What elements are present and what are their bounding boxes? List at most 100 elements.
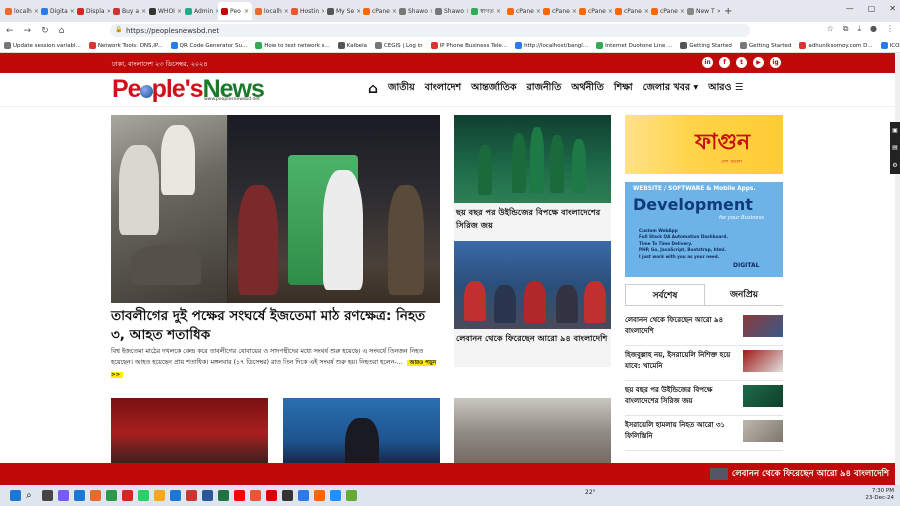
story-thumb-3[interactable] [454, 398, 611, 468]
home-browser-icon[interactable]: ⌂ [59, 26, 65, 36]
taskbar-app-icon[interactable] [186, 490, 197, 501]
profile-icon[interactable]: ● [870, 24, 877, 34]
close-window-icon[interactable]: ✕ [889, 4, 896, 13]
reload-icon[interactable]: ↻ [41, 26, 49, 36]
latest-news-item[interactable]: ছয় বছর পর উইন্ডিজের বিপক্ষে বাংলাদেশের … [625, 381, 783, 416]
browser-tab[interactable]: স্বাগত × [468, 2, 504, 20]
download-icon[interactable]: ⤓ [857, 24, 861, 34]
browser-tab[interactable]: cPane × [648, 2, 684, 20]
taskbar-app-icon[interactable] [266, 490, 277, 501]
taskbar-app-icon[interactable] [314, 490, 325, 501]
taskbar-app-icon[interactable] [282, 490, 293, 501]
falgun-advertisement[interactable]: ফাগুন দেশ বাংলা [625, 115, 783, 174]
nav-item[interactable]: জাতীয় [388, 81, 415, 96]
bookmark-item[interactable]: Network Tools: DNS,IP... [88, 42, 163, 49]
nav-item[interactable]: অর্থনীতি [571, 81, 604, 96]
maximize-icon[interactable]: ▢ [868, 4, 876, 13]
tab-close-icon[interactable]: × [244, 8, 249, 15]
browser-tab[interactable]: Digita × [38, 2, 74, 20]
browser-tab[interactable]: WHOI × [146, 2, 182, 20]
bookmark-item[interactable]: adhuniksomoy.com D... [799, 42, 873, 49]
bookmark-item[interactable]: Kalbela [337, 42, 367, 49]
taskbar-app-icon[interactable] [58, 490, 69, 501]
taskbar-app-icon[interactable] [42, 490, 53, 501]
nav-item[interactable]: রাজনীতি [527, 81, 562, 96]
bookmark-item[interactable]: ICONSVG - Quick cust... [880, 42, 900, 49]
nav-item[interactable]: জেলার খবর ▾ [643, 81, 699, 96]
search-icon[interactable]: ⌕ [26, 490, 37, 501]
home-icon[interactable]: ⌂ [368, 82, 378, 96]
bookmark-item[interactable]: Internet Duotone Line ... [596, 42, 672, 49]
lead-headline[interactable]: তাবলীগের দুই পক্ষের সংঘর্ষে ইজতেমা মাঠ র… [111, 307, 441, 345]
bookmark-item[interactable]: QR Code Generator Su... [170, 42, 247, 49]
taskbar-app-icon[interactable] [106, 490, 117, 501]
browser-tab[interactable]: cPane × [612, 2, 648, 20]
taskbar-app-icon[interactable] [202, 490, 213, 501]
page-scrollbar[interactable] [895, 53, 900, 485]
taskbar-app-icon[interactable] [90, 490, 101, 501]
tab-latest[interactable]: সর্বশেষ [625, 284, 705, 305]
nav-item[interactable]: শিক্ষা [614, 81, 633, 96]
story-thumb-1[interactable] [111, 398, 268, 468]
star-icon[interactable]: ☆ [827, 24, 834, 34]
tab-popular[interactable]: জনপ্রিয় [705, 284, 783, 305]
latest-news-item[interactable]: লেবানন থেকে ফিরেছেন আরো ৯৪ বাংলাদেশি [625, 311, 783, 346]
start-icon[interactable] [10, 490, 21, 501]
taskbar-app-icon[interactable] [154, 490, 165, 501]
bookmark-item[interactable]: Getting Started [680, 42, 732, 49]
nav-item[interactable]: আরও ☰ [708, 81, 743, 96]
taskbar-app-icon[interactable] [330, 490, 341, 501]
bookmark-item[interactable]: http://localhost/bangl... [515, 42, 588, 49]
taskbar-app-icon[interactable] [122, 490, 133, 501]
taskbar-clock[interactable]: 7:30 PM 23-Dec-24 [865, 488, 894, 502]
browser-tab[interactable]: cPane × [576, 2, 612, 20]
browser-tab[interactable]: Hostin × [288, 2, 324, 20]
latest-news-item[interactable]: হিজবুল্লাহ নয়, ইসরায়েলি নিশিক্ত হয়ে য… [625, 346, 783, 381]
minimize-icon[interactable]: — [846, 4, 854, 13]
bookmark-item[interactable]: CEGIS | Log in [374, 42, 423, 49]
bookmark-item[interactable]: Getting Started [739, 42, 791, 49]
new-tab-icon[interactable]: + [720, 6, 736, 17]
tool-icon[interactable]: ▤ [892, 144, 898, 151]
browser-tab[interactable]: Shawo× [396, 2, 432, 20]
bookmark-item[interactable]: Update session variabl... [4, 42, 81, 49]
latest-news-item[interactable]: ইসরায়েলি হামলায় নিহত আরো ৩১ ফিলিস্তিনি [625, 416, 783, 451]
extensions-icon[interactable]: ⧉ [843, 24, 849, 34]
browser-tab[interactable]: Admin × [182, 2, 218, 20]
taskbar-app-icon[interactable] [234, 490, 245, 501]
bookmark-item[interactable]: How to test network s... [255, 42, 330, 49]
lead-story-image[interactable] [111, 115, 440, 303]
social-icon[interactable]: f [719, 57, 730, 68]
social-icon[interactable]: ig [770, 57, 781, 68]
back-icon[interactable]: ← [6, 26, 14, 36]
development-advertisement[interactable]: WEBSITE / SOFTWARE & Mobile Apps. Develo… [625, 182, 783, 277]
taskbar-app-icon[interactable] [138, 490, 149, 501]
taskbar-app-icon[interactable] [250, 490, 261, 501]
browser-tab[interactable]: Peo × [218, 2, 252, 20]
social-icon[interactable]: in [702, 57, 713, 68]
browser-tab[interactable]: My Se × [324, 2, 360, 20]
tab-close-icon[interactable]: × [496, 8, 501, 15]
social-icon[interactable]: t [736, 57, 747, 68]
browser-tab[interactable]: Shawo× [432, 2, 468, 20]
social-icon[interactable]: ▶ [753, 57, 764, 68]
browser-tab[interactable]: localh × [2, 2, 38, 20]
nav-item[interactable]: আন্তর্জাতিক [471, 81, 516, 96]
browser-tab[interactable]: localh × [252, 2, 288, 20]
taskbar-app-icon[interactable] [170, 490, 181, 501]
settings-icon[interactable]: ⚙ [892, 162, 897, 169]
taskbar-app-icon[interactable] [74, 490, 85, 501]
story-card-1[interactable]: ছয় বছর পর উইন্ডিজের বিপক্ষে বাংলাদেশের … [454, 115, 611, 241]
taskbar-app-icon[interactable] [346, 490, 357, 501]
story-thumb-2[interactable] [283, 398, 440, 468]
browser-tab[interactable]: cPane × [504, 2, 540, 20]
browser-tab[interactable]: New T × [684, 2, 720, 20]
browser-tab[interactable]: Displa × [74, 2, 110, 20]
nav-item[interactable]: বাংলাদেশ [425, 81, 461, 96]
browser-tab[interactable]: cPane × [540, 2, 576, 20]
browser-tab[interactable]: cPane × [360, 2, 396, 20]
browser-tab[interactable]: Buy a × [110, 2, 146, 20]
taskbar-app-icon[interactable] [218, 490, 229, 501]
bookmark-item[interactable]: IP Phone Business Tele... [430, 42, 507, 49]
camera-icon[interactable]: ▣ [892, 127, 898, 134]
